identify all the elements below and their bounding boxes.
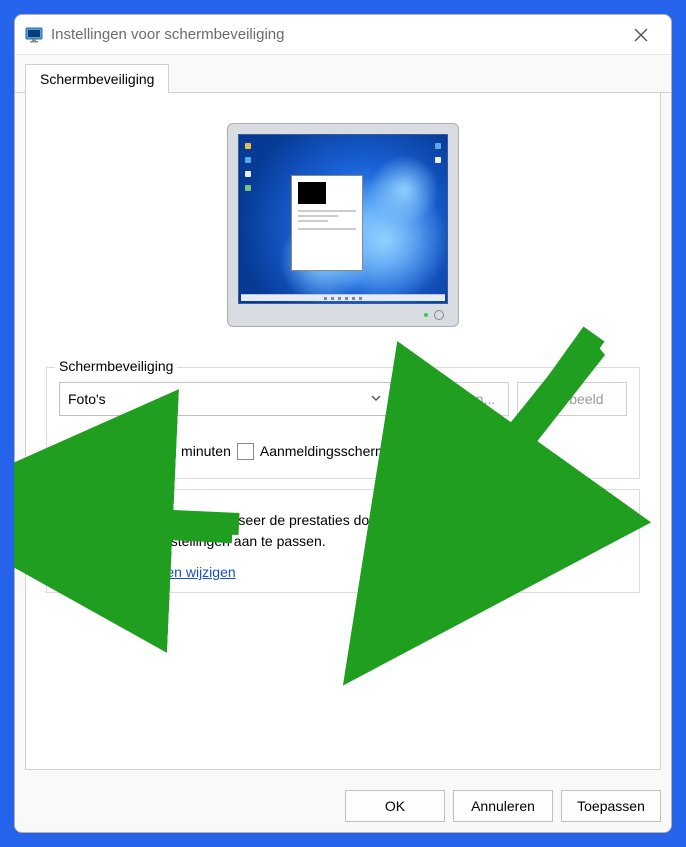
cancel-button[interactable]: Annuleren (453, 790, 553, 822)
close-button[interactable] (621, 15, 661, 55)
close-icon (634, 28, 648, 42)
energy-settings-link[interactable]: Energie-instellingen wijzigen (59, 564, 627, 580)
inner-dialog-preview (291, 175, 363, 271)
screensaver-group-label: Schermbeveiliging (55, 358, 177, 374)
monitor-base (238, 304, 448, 322)
monitor-frame (227, 123, 459, 327)
tab-body: Schermbeveiliging Foto's Instellingen...… (25, 93, 661, 770)
energy-description: Bespaar energie of maximaliseer de prest… (61, 510, 625, 552)
apply-button[interactable]: Toepassen (561, 790, 661, 822)
screensaver-app-icon (25, 26, 43, 44)
resume-login-checkbox[interactable] (237, 443, 254, 460)
window-title: Instellingen voor schermbeveiliging (51, 26, 621, 43)
energy-group: Energiebeheer Bespaar energie of maximal… (46, 489, 640, 593)
monitor-screen (238, 134, 448, 304)
taskbar-preview (241, 294, 445, 301)
monitor-preview (46, 113, 640, 357)
dialog-button-row: OK Annuleren Toepassen (345, 790, 661, 822)
wait-label: Wacht: (59, 443, 102, 459)
screensaver-select[interactable]: Foto's (59, 382, 391, 416)
energy-group-label: Energiebeheer (55, 480, 155, 496)
resume-login-label: Aanmeldingsscherm weergeven bij hervatte… (260, 442, 627, 460)
wait-unit-label: minuten (181, 443, 231, 459)
titlebar: Instellingen voor schermbeveiliging (15, 15, 671, 55)
chevron-down-icon (370, 391, 382, 407)
spin-up-button[interactable]: ▲ (158, 437, 174, 451)
client-area: Schermbeveiliging (15, 55, 671, 832)
preview-button[interactable]: Voorbeeld (517, 382, 627, 416)
wait-minutes-spinner[interactable]: ▲ ▼ (108, 436, 175, 466)
tab-schermbeveiliging[interactable]: Schermbeveiliging (25, 64, 169, 93)
wait-minutes-input[interactable] (108, 436, 158, 466)
spin-down-button[interactable]: ▼ (158, 451, 174, 465)
settings-button[interactable]: Instellingen... (399, 382, 509, 416)
screensaver-group: Schermbeveiliging Foto's Instellingen...… (46, 367, 640, 479)
tabstrip: Schermbeveiliging (15, 55, 671, 93)
screensaver-selected-value: Foto's (68, 391, 106, 407)
ok-button[interactable]: OK (345, 790, 445, 822)
screensaver-settings-window: Instellingen voor schermbeveiliging Sche… (14, 14, 672, 833)
